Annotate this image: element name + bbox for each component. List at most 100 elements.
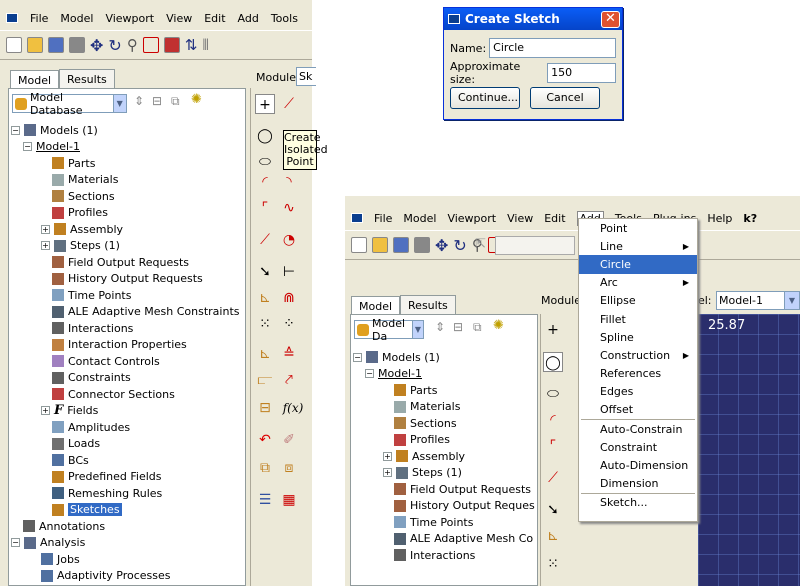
tree-item-time-points[interactable]: Time Points	[11, 287, 240, 304]
tree-item-history-output[interactable]: History Output Requests	[11, 271, 240, 288]
tree-item-remeshing-rules[interactable]: Remeshing Rules	[11, 485, 240, 502]
right-menu-help[interactable]: Help	[707, 212, 732, 225]
model-database-combo[interactable]: Model Database ▼	[12, 91, 127, 117]
right-circle-tool-icon[interactable]: ◯	[543, 352, 563, 372]
menu-model[interactable]: Model	[60, 12, 93, 25]
window-menu-icon[interactable]	[6, 13, 18, 23]
sketch-viewport[interactable]: 25.87	[698, 314, 800, 586]
select-tool-icon[interactable]: ➘	[255, 262, 275, 282]
tree-item-sketches[interactable]: Sketches	[11, 502, 240, 519]
right-tree-item-steps[interactable]: + Steps (1)	[353, 465, 535, 482]
tree-item-ale[interactable]: ALE Adaptive Mesh Constraints	[11, 304, 240, 321]
isolated-point-tool-icon[interactable]: +	[255, 94, 275, 114]
add-menu-auto-dimension[interactable]: Auto-Dimension	[579, 456, 697, 474]
sort-icon[interactable]: ⇕	[134, 94, 144, 108]
box-zoom-icon[interactable]	[142, 37, 159, 53]
add-menu-point[interactable]: Point	[579, 219, 697, 237]
tree-item-annotations[interactable]: Annotations	[11, 518, 240, 535]
right-tree-item-parts[interactable]: Parts	[353, 382, 535, 399]
right-tree-root-models[interactable]: − Models (1)	[353, 349, 535, 366]
right-tree-item-ale[interactable]: ALE Adaptive Mesh Co	[353, 531, 535, 548]
right-fillet-tool-icon[interactable]: ⌜	[543, 436, 563, 456]
right-cursor-icon[interactable]: ⇱	[475, 237, 486, 252]
edit-dimension-tool-icon[interactable]: ⋒	[279, 288, 299, 308]
add-menu-fillet[interactable]: Fillet	[579, 310, 697, 328]
add-menu-spline[interactable]: Spline	[579, 328, 697, 346]
right-sort-icon[interactable]: ⇕	[435, 320, 445, 334]
right-window-menu-icon[interactable]	[351, 213, 363, 223]
close-icon[interactable]: ✕	[601, 10, 620, 28]
right-tree-model-1[interactable]: − Model-1	[353, 366, 535, 383]
right-points-grid-tool-icon[interactable]: ⁙	[543, 554, 563, 574]
filter-icon[interactable]: ⧉	[171, 94, 180, 109]
tree-item-field-output[interactable]: Field Output Requests	[11, 254, 240, 271]
right-model-combo[interactable]: Model-1 ▼	[716, 291, 800, 310]
right-model-chevron-icon[interactable]: ▼	[784, 292, 799, 309]
tree-item-sections[interactable]: Sections	[11, 188, 240, 205]
tree-item-contact-controls[interactable]: Contact Controls	[11, 353, 240, 370]
right-select-tool-icon[interactable]: ➘	[543, 500, 563, 520]
tree-item-parts[interactable]: Parts	[11, 155, 240, 172]
connected-lines-tool-icon[interactable]: ⟋	[279, 94, 299, 114]
ellipse-tool-icon[interactable]: ⬭	[255, 152, 275, 172]
collapse-tree-icon[interactable]: ⊟	[152, 94, 162, 108]
tree-item-amplitudes[interactable]: Amplitudes	[11, 419, 240, 436]
right-filter-icon[interactable]: ⧉	[473, 320, 482, 335]
tree-item-steps[interactable]: + Steps (1)	[11, 238, 240, 255]
tree-item-bcs[interactable]: BCs	[11, 452, 240, 469]
fx-tool-icon[interactable]: f(x)	[279, 398, 307, 418]
right-arc-tool-icon[interactable]: ◜	[543, 410, 563, 430]
menu-edit[interactable]: Edit	[204, 12, 225, 25]
add-menu-arc[interactable]: Arc ▶	[579, 274, 697, 292]
right-rotate-icon[interactable]: ↻	[453, 236, 466, 255]
arc-center-tool-icon[interactable]: ◝	[279, 172, 299, 192]
arc-tangent-tool-icon[interactable]: ◜	[255, 172, 275, 192]
right-menu-edit[interactable]: Edit	[544, 212, 565, 225]
constraint-tool-icon[interactable]: ⊢	[279, 262, 299, 282]
menu-file[interactable]: File	[30, 12, 48, 25]
right-open-folder-icon[interactable]	[372, 237, 388, 253]
add-menu-sketch[interactable]: Sketch...	[579, 494, 697, 512]
tree-item-adaptivity[interactable]: Adaptivity Processes	[11, 568, 240, 585]
tree-item-materials[interactable]: Materials	[11, 172, 240, 189]
lightbulb-icon[interactable]: ✺	[191, 92, 202, 107]
sketch-options-icon[interactable]: ☰	[255, 490, 275, 510]
add-menu-constraint[interactable]: Constraint	[579, 438, 697, 456]
add-menu-construction[interactable]: Construction ▶	[579, 346, 697, 364]
right-construction-tool-icon[interactable]: ⟋	[543, 468, 563, 488]
tree-model-1[interactable]: − Model-1	[11, 139, 240, 156]
points-grid-tool-icon[interactable]: ⁙	[255, 314, 275, 334]
right-menu-file[interactable]: File	[374, 212, 392, 225]
module-combo[interactable]: Sk	[296, 67, 316, 86]
right-isolated-point-tool-icon[interactable]: +	[543, 320, 563, 340]
menu-viewport[interactable]: Viewport	[105, 12, 154, 25]
paste-sketch-icon[interactable]: ⧈	[279, 458, 299, 478]
tree-item-constraints[interactable]: Constraints	[11, 370, 240, 387]
right-print-icon[interactable]	[414, 237, 430, 253]
right-dimension-tool-icon[interactable]: ⊾	[543, 526, 563, 546]
right-menu-viewport[interactable]: Viewport	[447, 212, 496, 225]
mirror-tool-icon[interactable]: ⤤	[279, 370, 299, 390]
tree-item-interactions[interactable]: Interactions	[11, 320, 240, 337]
right-new-file-icon[interactable]	[351, 237, 367, 253]
add-menu-dimension[interactable]: Dimension	[579, 475, 697, 493]
construction-circle-tool-icon[interactable]: ◔	[279, 230, 299, 250]
add-menu-circle[interactable]: Circle	[579, 255, 697, 274]
right-model-database-combo[interactable]: Model Da ▼	[354, 317, 424, 343]
circle-tool-icon[interactable]: ◯	[255, 126, 275, 146]
parameter-tool-icon[interactable]: ⊟	[255, 398, 275, 418]
copy-sketch-icon[interactable]: ⧉	[255, 458, 275, 478]
right-pan-icon[interactable]: ✥	[435, 236, 448, 255]
save-icon[interactable]	[48, 37, 64, 53]
grid-table-icon[interactable]: ▦	[279, 490, 299, 510]
whats-this-icon[interactable]: k?	[743, 212, 757, 225]
menu-tools[interactable]: Tools	[271, 12, 298, 25]
right-save-icon[interactable]	[393, 237, 409, 253]
right-menu-model[interactable]: Model	[403, 212, 436, 225]
right-collapse-tree-icon[interactable]: ⊟	[453, 320, 463, 334]
toolbar-extra-icon[interactable]: ⦀	[202, 36, 209, 54]
rotate-copy-tool-icon[interactable]: ⫍	[255, 370, 275, 390]
tree-item-profiles[interactable]: Profiles	[11, 205, 240, 222]
add-menu-auto-constrain[interactable]: Auto-Constrain	[579, 420, 697, 438]
tree-item-analysis[interactable]: − Analysis	[11, 535, 240, 552]
